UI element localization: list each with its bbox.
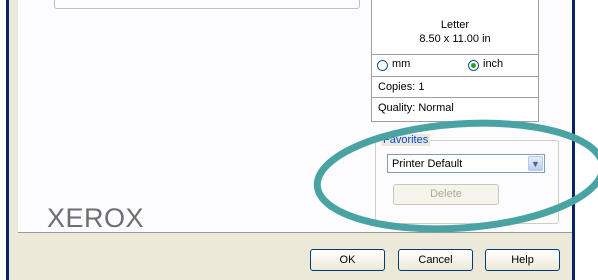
chevron-down-icon[interactable]: ▼ <box>528 156 543 171</box>
preview-frame <box>54 0 360 9</box>
favorites-group: Favorites Printer Default ▼ Delete <box>375 134 559 224</box>
radio-inch[interactable] <box>468 60 479 71</box>
help-button[interactable]: Help <box>485 249 560 271</box>
quality-text: Quality: Normal <box>378 102 454 114</box>
copies-text: Copies: 1 <box>378 81 425 93</box>
radio-mm[interactable] <box>377 60 388 71</box>
favorites-select[interactable]: Printer Default ▼ <box>387 154 545 173</box>
radio-inch-label: inch <box>483 58 504 70</box>
tab-page: XEROX Letter 8.50 x 11.00 in mm inch Cop… <box>18 0 574 233</box>
quality-row: Quality: Normal <box>372 97 538 121</box>
favorites-selected-value: Printer Default <box>392 158 463 170</box>
paper-size: 8.50 x 11.00 in <box>419 33 491 45</box>
cancel-button[interactable]: Cancel <box>398 249 473 271</box>
window-right-border <box>572 0 575 280</box>
paper-name: Letter <box>440 19 470 31</box>
xerox-logo: XEROX <box>47 203 145 233</box>
delete-button[interactable]: Delete <box>393 184 499 205</box>
printer-properties-dialog: XEROX Letter 8.50 x 11.00 in mm inch Cop… <box>9 0 574 280</box>
radio-mm-label: mm <box>392 58 411 70</box>
copies-row: Copies: 1 <box>372 76 538 97</box>
favorites-legend: Favorites <box>381 134 431 146</box>
ok-button[interactable]: OK <box>310 249 385 271</box>
paper-info-panel: Letter 8.50 x 11.00 in mm inch Copies: 1… <box>371 0 539 122</box>
units-row: mm inch <box>372 54 538 76</box>
